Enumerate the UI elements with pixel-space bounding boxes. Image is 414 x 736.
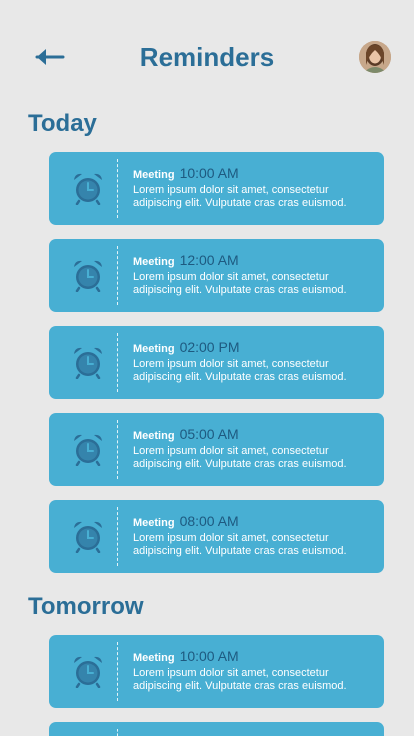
reminder-card[interactable]: Meeting 12:00 AM Lorem ipsum dolor sit a… [49, 239, 384, 312]
top-bar: Reminders [0, 0, 414, 110]
reminder-description: Lorem ipsum dolor sit amet, consectetur … [133, 667, 347, 692]
alarm-clock-icon [74, 521, 102, 553]
reminder-label: Meeting [133, 343, 175, 355]
reminder-time: 10:00 AM [179, 165, 239, 181]
card-divider [117, 420, 118, 479]
card-divider [117, 642, 118, 701]
alarm-clock-icon [74, 260, 102, 292]
alarm-clock-icon [74, 173, 102, 205]
card-meta: Meeting 12:00 AM [133, 252, 239, 268]
reminder-card-partial[interactable] [49, 722, 384, 736]
reminder-time: 08:00 AM [179, 513, 239, 529]
card-meta: Meeting 10:00 AM [133, 165, 239, 181]
back-button[interactable] [33, 44, 67, 70]
card-divider [117, 507, 118, 566]
avatar-image [359, 41, 391, 73]
reminder-description: Lorem ipsum dolor sit amet, consectetur … [133, 358, 347, 383]
section-title-today: Today [28, 110, 97, 137]
user-avatar[interactable] [359, 41, 391, 73]
reminder-label: Meeting [133, 652, 175, 664]
section-title-tomorrow: Tomorrow [28, 593, 144, 620]
card-meta: Meeting 08:00 AM [133, 513, 239, 529]
card-divider [117, 333, 118, 392]
alarm-clock-icon [74, 656, 102, 688]
reminder-time: 02:00 PM [179, 339, 240, 355]
reminder-time: 10:00 AM [179, 648, 239, 664]
card-divider [117, 159, 118, 218]
reminder-card[interactable]: Meeting 10:00 AM Lorem ipsum dolor sit a… [49, 635, 384, 708]
reminder-card[interactable]: Meeting 05:00 AM Lorem ipsum dolor sit a… [49, 413, 384, 486]
reminder-description: Lorem ipsum dolor sit amet, consectetur … [133, 184, 347, 209]
reminder-label: Meeting [133, 517, 175, 529]
reminder-description: Lorem ipsum dolor sit amet, consectetur … [133, 532, 347, 557]
card-meta: Meeting 05:00 AM [133, 426, 239, 442]
reminder-time: 12:00 AM [179, 252, 239, 268]
alarm-clock-icon [74, 434, 102, 466]
reminder-label: Meeting [133, 256, 175, 268]
reminder-card[interactable]: Meeting 10:00 AM Lorem ipsum dolor sit a… [49, 152, 384, 225]
card-divider [117, 246, 118, 305]
reminder-time: 05:00 AM [179, 426, 239, 442]
alarm-clock-icon [74, 347, 102, 379]
card-meta: Meeting 10:00 AM [133, 648, 239, 664]
reminder-label: Meeting [133, 430, 175, 442]
reminder-card[interactable]: Meeting 08:00 AM Lorem ipsum dolor sit a… [49, 500, 384, 573]
reminder-description: Lorem ipsum dolor sit amet, consectetur … [133, 445, 347, 470]
reminder-card[interactable]: Meeting 02:00 PM Lorem ipsum dolor sit a… [49, 326, 384, 399]
card-divider [117, 729, 118, 736]
reminder-label: Meeting [133, 169, 175, 181]
card-meta: Meeting 02:00 PM [133, 339, 240, 355]
reminder-description: Lorem ipsum dolor sit amet, consectetur … [133, 271, 347, 296]
arrow-left-icon [35, 49, 65, 65]
